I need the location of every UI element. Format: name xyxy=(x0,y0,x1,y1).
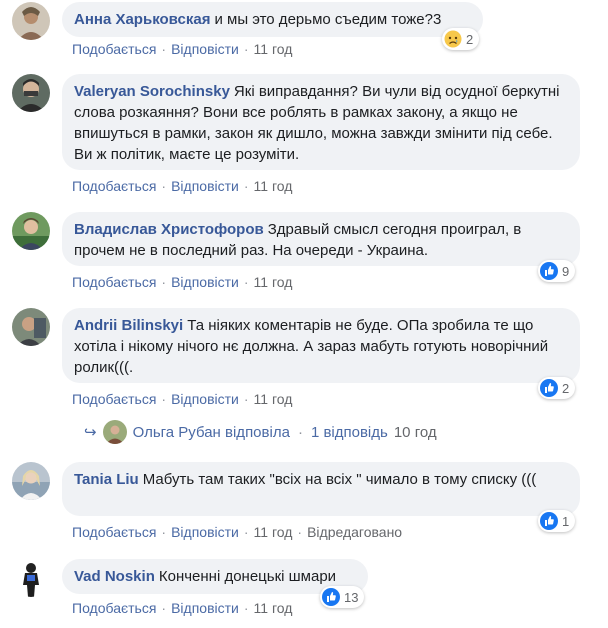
reply-link[interactable]: Відповісти xyxy=(171,178,239,194)
reaction-count[interactable]: 2 xyxy=(442,28,480,50)
comment-author[interactable]: Владислав Христофоров xyxy=(74,221,264,238)
like-link[interactable]: Подобається xyxy=(72,178,156,194)
comment-time[interactable]: 11 год xyxy=(254,178,293,194)
reply-time: 10 год xyxy=(393,423,437,441)
reply-link[interactable]: Відповісти xyxy=(171,274,239,290)
like-reaction-icon xyxy=(322,588,340,606)
comment-time[interactable]: 11 год xyxy=(254,524,293,540)
reply-link[interactable]: Відповісти xyxy=(171,600,239,616)
comment-actions: Подобається · Відповісти · 11 год xyxy=(72,41,293,57)
reaction-count[interactable]: 2 xyxy=(538,377,576,399)
comment-bubble: Владислав Христофоров Здравый смысл сегод… xyxy=(62,212,580,266)
like-link[interactable]: Подобається xyxy=(72,524,156,540)
comment-time[interactable]: 11 год xyxy=(254,391,293,407)
like-reaction-icon xyxy=(540,512,558,530)
comment-actions: Подобається · Відповісти · 11 год xyxy=(72,600,293,616)
comment-bubble: Andrii Bilinskyi Та ніяких коментарів не … xyxy=(62,308,580,383)
reaction-number: 2 xyxy=(562,380,570,396)
reply-link[interactable]: Відповісти xyxy=(171,524,239,540)
comment-actions: Подобається · Відповісти · 11 год xyxy=(72,391,293,407)
like-reaction-icon xyxy=(540,262,558,280)
comment-bubble: Анна Харьковская и мы это дерьмо съедим т… xyxy=(62,2,483,37)
comment-time[interactable]: 11 год xyxy=(254,274,293,290)
avatar[interactable] xyxy=(12,212,50,250)
avatar[interactable] xyxy=(12,462,50,500)
reply-link[interactable]: Відповісти xyxy=(171,391,239,407)
like-link[interactable]: Подобається xyxy=(72,600,156,616)
comment-time[interactable]: 11 год xyxy=(254,41,293,57)
reaction-count[interactable]: 9 xyxy=(538,260,576,282)
reply-author-text: Ольга Рубан відповіла xyxy=(132,423,290,441)
comment-actions: Подобається · Відповісти · 11 год · Відредагов… xyxy=(72,524,403,540)
comment-author[interactable]: Valeryan Sorochinsky xyxy=(74,83,230,100)
like-link[interactable]: Подобається xyxy=(72,391,156,407)
comment-bubble: Valeryan Sorochinsky Які виправдання? Ви … xyxy=(62,74,580,170)
like-link[interactable]: Подобається xyxy=(72,274,156,290)
avatar[interactable] xyxy=(12,2,50,40)
comment-author[interactable]: Vad Noskin xyxy=(74,568,155,585)
reply-author-avatar xyxy=(102,420,127,444)
comment-time[interactable]: 11 год xyxy=(254,600,293,616)
comment-text: и мы это дерьмо съедим тоже?3 xyxy=(214,11,442,28)
reaction-count[interactable]: 1 xyxy=(538,510,576,532)
comment-author[interactable]: Tania Liu xyxy=(74,471,139,488)
reaction-number: 2 xyxy=(466,31,474,47)
reply-link[interactable]: Відповісти xyxy=(171,41,239,57)
comment-actions: Подобається · Відповісти · 11 год xyxy=(72,274,293,290)
reaction-number: 9 xyxy=(562,263,570,279)
comment-bubble: Tania Liu Мабуть там таких "всіх на всіх … xyxy=(62,462,580,516)
like-link[interactable]: Подобається xyxy=(72,41,156,57)
comment-author[interactable]: Анна Харьковская xyxy=(74,11,210,28)
avatar[interactable] xyxy=(12,74,50,112)
view-replies-link[interactable]: ↪ Ольга Рубан відповіла · 1 відповідь 10… xyxy=(84,420,437,444)
comment-text: Конченні донецькі шмари xyxy=(158,568,337,585)
avatar[interactable] xyxy=(12,559,50,597)
sad-reaction-icon xyxy=(444,30,462,48)
reply-arrow-icon: ↪ xyxy=(84,424,97,441)
reaction-number: 13 xyxy=(344,589,359,605)
reply-count: 1 відповідь xyxy=(310,423,388,441)
edited-label[interactable]: Відредаговано xyxy=(307,524,402,540)
comment-author[interactable]: Andrii Bilinskyi xyxy=(74,317,183,334)
comment-actions: Подобається · Відповісти · 11 год xyxy=(72,178,293,194)
reaction-count[interactable]: 13 xyxy=(320,586,365,608)
avatar[interactable] xyxy=(12,308,50,346)
reaction-number: 1 xyxy=(562,513,570,529)
like-reaction-icon xyxy=(540,379,558,397)
comment-text: Мабуть там таких "всіх на всіх " чимало … xyxy=(142,471,537,488)
